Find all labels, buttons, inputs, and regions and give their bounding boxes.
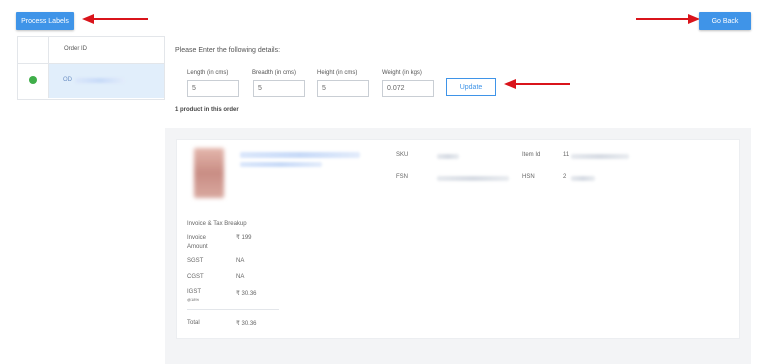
sidebar-header-row: Order ID [18,37,164,64]
invoice-divider [187,309,279,310]
cgst-label: CGST [187,274,204,280]
cgst-value: NA [236,274,245,280]
check-icon [29,76,37,84]
orders-sidebar: Order ID OD [17,36,165,100]
fsn-value-redacted [437,176,509,181]
update-button[interactable]: Update [446,78,496,96]
igst-rate: @18% [187,297,200,302]
length-label: Length (in cms) [187,70,229,76]
invoice-amount-value: ₹ 199 [236,235,252,241]
hsn-label: HSN [522,174,535,180]
product-title-redacted [240,152,360,158]
item-id-prefix: 11 [563,152,570,158]
height-label: Height (in cms) [317,70,358,76]
sgst-value: NA [236,258,245,264]
invoice-title: Invoice & Tax Breakup [187,221,247,227]
process-labels-button[interactable]: Process Labels [16,12,74,30]
annotation-arrow-right [636,14,700,24]
breadth-input[interactable]: 5 [253,80,305,97]
form-prompt: Please Enter the following details: [175,47,281,54]
breadth-label: Breadth (in cms) [252,70,297,76]
order-id-redacted [75,78,125,83]
length-input[interactable]: 5 [187,80,239,97]
go-back-button[interactable]: Go Back [699,12,751,30]
sgst-label: SGST [187,258,204,264]
order-id-prefix: OD [63,77,72,83]
total-value: ₹ 30.36 [236,321,257,327]
weight-input[interactable]: 0.072 [382,80,434,97]
weight-label: Weight (in kgs) [382,70,422,76]
total-label: Total [187,320,200,326]
order-id-column-header: Order ID [64,46,88,52]
product-image [194,148,224,198]
sku-value-redacted [437,154,459,159]
hsn-value-redacted [571,176,595,181]
product-subtitle-redacted [240,162,322,167]
annotation-arrow-left [82,14,150,24]
annotation-arrow-update [504,79,570,89]
igst-value: ₹ 30.36 [236,291,257,297]
igst-label: IGST [187,289,202,295]
product-card: SKU Item Id 11 FSN HSN 2 Invoice & Tax B… [176,139,740,339]
products-count: 1 product in this order [175,107,239,113]
item-id-value-redacted [571,154,629,159]
hsn-prefix: 2 [563,174,567,180]
item-id-label: Item Id [522,152,541,158]
sku-label: SKU [396,152,409,158]
order-row[interactable]: OD [18,64,164,98]
fsn-label: FSN [396,174,408,180]
product-panel: SKU Item Id 11 FSN HSN 2 Invoice & Tax B… [165,128,751,364]
height-input[interactable]: 5 [317,80,369,97]
invoice-amount-label: Invoice Amount [187,235,208,250]
